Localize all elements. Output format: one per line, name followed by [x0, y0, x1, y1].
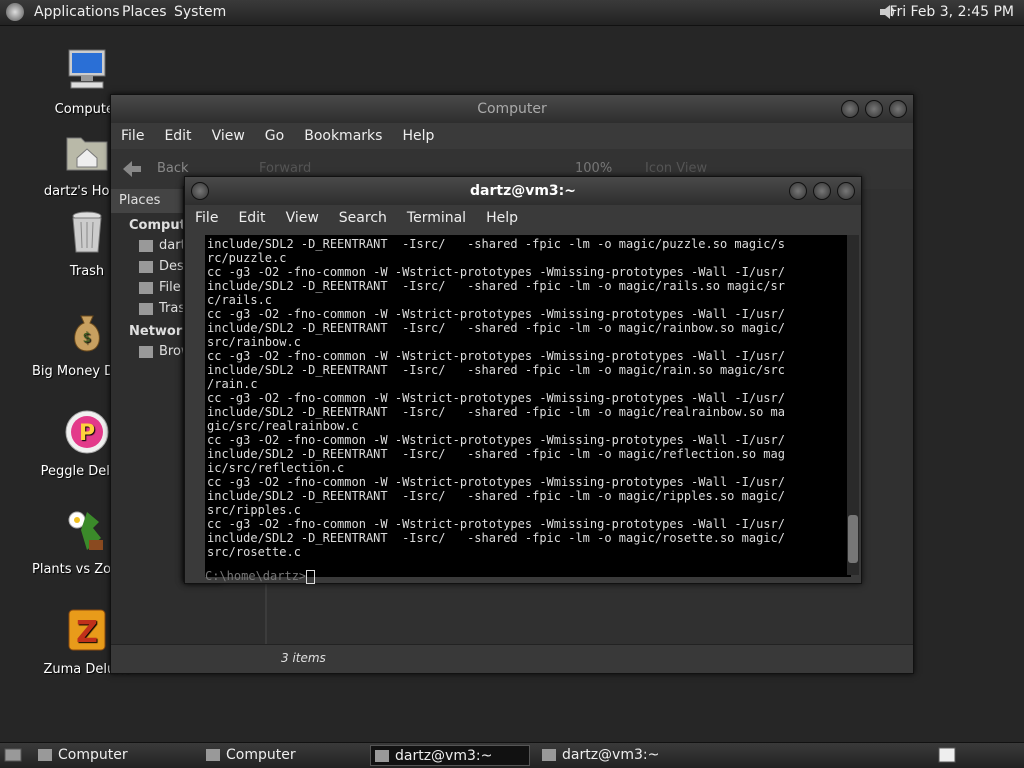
- home-folder-icon: [66, 137, 108, 171]
- svg-text:Z: Z: [76, 615, 98, 650]
- statusbar: 3 items: [111, 644, 913, 673]
- trash-icon: [139, 302, 153, 315]
- taskbar-item-computer-2[interactable]: Computer: [202, 745, 362, 766]
- menu-file[interactable]: File: [111, 123, 154, 149]
- close-button[interactable]: [889, 100, 907, 118]
- terminal-line: src/rosette.c: [207, 545, 301, 559]
- terminal-line: /rain.c: [207, 377, 258, 391]
- terminal-line: include/SDL2 -D_REENTRANT -Isrc/ -shared…: [207, 405, 785, 419]
- terminal-titlebar[interactable]: dartz@vm3:~: [185, 177, 861, 205]
- svg-text:P: P: [79, 421, 95, 446]
- terminal-menubar: File Edit View Search Terminal Help: [185, 205, 861, 231]
- terminal-output[interactable]: include/SDL2 -D_REENTRANT -Isrc/ -shared…: [205, 235, 851, 577]
- show-desktop-icon[interactable]: [4, 747, 22, 763]
- file-manager-titlebar[interactable]: Computer: [111, 95, 913, 123]
- terminal-line: include/SDL2 -D_REENTRANT -Isrc/ -shared…: [207, 279, 785, 293]
- terminal-line: include/SDL2 -D_REENTRANT -Isrc/ -shared…: [207, 321, 785, 335]
- window-icon: [206, 749, 220, 761]
- terminal-line: gic/src/realrainbow.c: [207, 419, 359, 433]
- bottom-panel: Computer Computer dartz@vm3:~ dartz@vm3:…: [0, 742, 1024, 768]
- menu-view[interactable]: View: [276, 205, 329, 231]
- taskbar-item-terminal-2[interactable]: dartz@vm3:~: [538, 745, 698, 766]
- menu-help[interactable]: Help: [476, 205, 528, 231]
- terminal-line: rc/puzzle.c: [207, 251, 287, 265]
- terminal-line: ic/src/reflection.c: [207, 461, 345, 475]
- forward-button[interactable]: Forward: [259, 161, 311, 176]
- window-title: Computer: [477, 101, 547, 117]
- terminal-icon: [542, 749, 556, 761]
- gnome-foot-icon[interactable]: [6, 3, 24, 21]
- desktop-icon: [139, 260, 153, 273]
- menu-edit[interactable]: Edit: [154, 123, 201, 149]
- taskbar-item-terminal[interactable]: dartz@vm3:~: [370, 745, 530, 766]
- view-mode-select[interactable]: Icon View: [645, 161, 707, 176]
- top-panel: Applications Places System Fri Feb 3, 2:…: [0, 0, 1024, 26]
- terminal-line: include/SDL2 -D_REENTRANT -Isrc/ -shared…: [207, 489, 785, 503]
- terminal-line: cc -g3 -O2 -fno-common -W -Wstrict-proto…: [207, 349, 785, 363]
- workspace-switcher-icon[interactable]: [938, 747, 956, 763]
- back-button[interactable]: Back: [157, 161, 189, 176]
- menu-file[interactable]: File: [185, 205, 228, 231]
- network-icon: [139, 345, 153, 358]
- zoom-level[interactable]: 100%: [575, 161, 612, 176]
- terminal-line: cc -g3 -O2 -fno-common -W -Wstrict-proto…: [207, 265, 785, 279]
- back-arrow-icon[interactable]: [123, 161, 141, 177]
- system-menu[interactable]: System: [174, 4, 226, 20]
- maximize-button[interactable]: [813, 182, 831, 200]
- window-menu-button[interactable]: [191, 182, 209, 200]
- plants-vs-zombies-icon: [68, 511, 103, 550]
- menu-help[interactable]: Help: [392, 123, 444, 149]
- file-manager-menubar: File Edit View Go Bookmarks Help: [111, 123, 913, 149]
- menu-view[interactable]: View: [202, 123, 255, 149]
- applications-menu[interactable]: Applications: [34, 4, 120, 20]
- places-menu[interactable]: Places: [122, 4, 167, 20]
- item-count: 3 items: [281, 651, 326, 665]
- minimize-button[interactable]: [789, 182, 807, 200]
- terminal-icon: [375, 750, 389, 762]
- menu-search[interactable]: Search: [329, 205, 397, 231]
- window-icon: [38, 749, 52, 761]
- prompt-behind: C:\home\dartz>: [205, 569, 316, 584]
- computer-icon: [68, 49, 106, 89]
- terminal-line: src/ripples.c: [207, 503, 301, 517]
- window-title: dartz@vm3:~: [470, 183, 576, 199]
- terminal-line: include/SDL2 -D_REENTRANT -Isrc/ -shared…: [207, 237, 785, 251]
- terminal-line: cc -g3 -O2 -fno-common -W -Wstrict-proto…: [207, 391, 785, 405]
- taskbar-item-computer[interactable]: Computer: [34, 745, 194, 766]
- menu-terminal[interactable]: Terminal: [397, 205, 476, 231]
- menu-bookmarks[interactable]: Bookmarks: [294, 123, 392, 149]
- text-cursor: [306, 569, 316, 584]
- svg-text:$: $: [83, 330, 92, 346]
- menu-edit[interactable]: Edit: [228, 205, 275, 231]
- terminal-line: cc -g3 -O2 -fno-common -W -Wstrict-proto…: [207, 433, 785, 447]
- money-bag-icon: $: [74, 315, 100, 352]
- zuma-icon: Z: [68, 609, 106, 651]
- maximize-button[interactable]: [865, 100, 883, 118]
- terminal-line: cc -g3 -O2 -fno-common -W -Wstrict-proto…: [207, 307, 785, 321]
- terminal-line: cc -g3 -O2 -fno-common -W -Wstrict-proto…: [207, 475, 785, 489]
- drive-icon: [139, 281, 153, 294]
- terminal-line: include/SDL2 -D_REENTRANT -Isrc/ -shared…: [207, 531, 785, 545]
- close-button[interactable]: [837, 182, 855, 200]
- minimize-button[interactable]: [841, 100, 859, 118]
- terminal-line: src/rainbow.c: [207, 335, 301, 349]
- terminal-line: cc -g3 -O2 -fno-common -W -Wstrict-proto…: [207, 517, 785, 531]
- home-icon: [139, 239, 153, 252]
- terminal-line: include/SDL2 -D_REENTRANT -Isrc/ -shared…: [207, 447, 785, 461]
- terminal-scrollbar[interactable]: [847, 235, 859, 575]
- clock[interactable]: Fri Feb 3, 2:45 PM: [889, 4, 1014, 20]
- trash-icon: [72, 211, 102, 253]
- menu-go[interactable]: Go: [255, 123, 294, 149]
- terminal-line: include/SDL2 -D_REENTRANT -Isrc/ -shared…: [207, 363, 785, 377]
- terminal-line: c/rails.c: [207, 293, 273, 307]
- terminal-window[interactable]: dartz@vm3:~ File Edit View Search Terminal He…: [184, 176, 862, 584]
- scrollbar-thumb[interactable]: [848, 515, 858, 563]
- peggle-icon: P: [65, 410, 109, 454]
